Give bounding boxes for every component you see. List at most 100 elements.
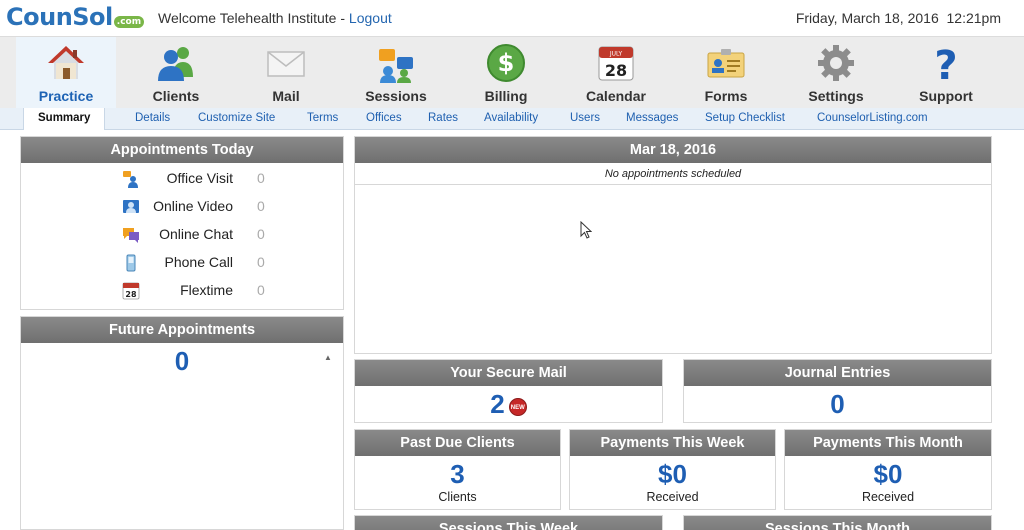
people-icon: [158, 47, 193, 81]
appointments-today-panel: Appointments Today Office Visit 0 Online…: [20, 136, 344, 310]
panel-title: Your Secure Mail: [355, 360, 662, 386]
gear-icon: [818, 45, 854, 81]
main-nav: Practice Clients Mail Sessions $ Billing…: [0, 36, 1024, 109]
subnav-offices[interactable]: Offices: [366, 112, 402, 124]
nav-practice[interactable]: Practice: [16, 37, 116, 109]
secure-mail-panel[interactable]: Your Secure Mail 2 NEW: [354, 359, 663, 423]
appt-row-flextime[interactable]: 28 Flextime 0: [21, 280, 343, 302]
svg-text:?: ?: [934, 43, 957, 83]
nav-sessions[interactable]: Sessions: [346, 37, 446, 109]
panel-title: Sessions This Week: [355, 516, 662, 530]
nav-calendar[interactable]: JULY 28 Calendar: [566, 37, 666, 109]
sessions-week-panel[interactable]: Sessions This Week: [354, 515, 663, 530]
new-badge-icon: NEW: [508, 398, 527, 416]
envelope-icon: [267, 51, 305, 77]
panel-title: Payments This Month: [785, 430, 991, 456]
future-appointments-scrollbar[interactable]: ▲: [323, 353, 333, 530]
nav-mail[interactable]: Mail: [236, 37, 336, 109]
panel-title: Mar 18, 2016: [355, 137, 991, 163]
panel-title: Past Due Clients: [355, 430, 560, 456]
future-appointments-panel: Future Appointments 0 ▲: [20, 316, 344, 530]
sub-nav: Summary Details Customize Site Terms Off…: [0, 108, 1024, 130]
welcome-message: Welcome Telehealth Institute - Logout: [158, 10, 392, 26]
journal-entries-count: 0: [830, 389, 845, 419]
nav-forms[interactable]: Forms: [676, 37, 776, 109]
nav-support[interactable]: ? Support: [896, 37, 996, 109]
subnav-customize-site[interactable]: Customize Site: [198, 112, 275, 124]
appt-row-online-chat[interactable]: Online Chat 0: [21, 224, 343, 246]
id-card-icon: [707, 49, 745, 78]
no-appointments-message: No appointments scheduled: [355, 163, 991, 185]
panel-title: Payments This Week: [570, 430, 775, 456]
mouse-pointer-icon: [580, 221, 592, 239]
panel-title: Future Appointments: [21, 317, 343, 343]
subnav-messages[interactable]: Messages: [626, 112, 678, 124]
phone-icon: [126, 254, 136, 272]
appt-row-online-video[interactable]: Online Video 0: [21, 196, 343, 218]
subnav-summary[interactable]: Summary: [23, 108, 106, 130]
office-visit-icon: [123, 171, 138, 188]
appt-label: Flextime: [180, 282, 233, 298]
current-datetime: Friday, March 18, 2016 12:21pm: [795, 10, 1001, 26]
payments-week-panel[interactable]: Payments This Week $0 Received: [569, 429, 776, 510]
nav-label: Practice: [38, 88, 94, 104]
appt-row-phone-call[interactable]: Phone Call 0: [21, 252, 343, 274]
panel-title: Sessions This Month: [684, 516, 991, 530]
subnav-availability[interactable]: Availability: [484, 112, 538, 124]
subnav-users[interactable]: Users: [570, 112, 600, 124]
appt-count: 0: [257, 170, 265, 186]
svg-text:28: 28: [605, 61, 627, 80]
appt-label: Online Video: [153, 198, 233, 214]
counsol-logo[interactable]: CounSol .com: [6, 3, 145, 31]
journal-entries-panel[interactable]: Journal Entries 0: [683, 359, 992, 423]
payments-week-amount: $0: [658, 459, 687, 489]
appt-count: 0: [257, 254, 265, 270]
panel-title: Journal Entries: [684, 360, 991, 386]
question-icon: ?: [934, 43, 957, 83]
appt-count: 0: [257, 226, 265, 242]
future-appointments-count: 0: [174, 346, 190, 376]
secure-mail-count-row[interactable]: 2 NEW: [355, 389, 662, 420]
past-due-count: 3: [450, 459, 465, 489]
nav-clients[interactable]: Clients: [126, 37, 226, 109]
svg-text:28: 28: [125, 290, 137, 299]
sessions-icon: [379, 49, 413, 83]
appt-count: 0: [257, 282, 265, 298]
payments-month-sublabel: Received: [861, 490, 915, 504]
nav-label: Clients: [152, 88, 200, 104]
day-schedule-panel: Mar 18, 2016 No appointments scheduled: [354, 136, 992, 354]
nav-label: Support: [919, 88, 973, 104]
appt-count: 0: [257, 198, 265, 214]
sessions-month-panel[interactable]: Sessions This Month: [683, 515, 992, 530]
nav-billing[interactable]: $ Billing: [456, 37, 556, 109]
chat-icon: [123, 228, 139, 243]
nav-label: Forms: [704, 88, 748, 104]
svg-text:$: $: [498, 49, 515, 77]
panel-title: Appointments Today: [21, 137, 343, 163]
secure-mail-count: 2: [490, 389, 505, 419]
logout-link[interactable]: Logout: [349, 10, 392, 26]
house-icon: [48, 46, 84, 79]
past-due-sublabel: Clients: [438, 490, 477, 504]
nav-settings[interactable]: Settings: [786, 37, 886, 109]
payments-week-sublabel: Received: [646, 490, 699, 504]
video-icon: [123, 200, 139, 213]
svg-text:JULY: JULY: [609, 51, 623, 58]
subnav-details[interactable]: Details: [135, 112, 170, 124]
subnav-terms[interactable]: Terms: [307, 112, 338, 124]
subnav-rates[interactable]: Rates: [428, 112, 458, 124]
subnav-setup-checklist[interactable]: Setup Checklist: [705, 112, 785, 124]
appt-label: Online Chat: [159, 226, 233, 242]
appt-row-office-visit[interactable]: Office Visit 0: [21, 168, 343, 190]
dollar-icon: $: [487, 44, 525, 82]
calendar-icon: JULY 28: [598, 46, 634, 81]
payments-month-panel[interactable]: Payments This Month $0 Received: [784, 429, 992, 510]
nav-label: Mail: [272, 88, 300, 104]
appt-label: Office Visit: [166, 170, 233, 186]
nav-label: Sessions: [365, 88, 427, 104]
past-due-clients-panel[interactable]: Past Due Clients 3 Clients: [354, 429, 561, 510]
welcome-text: Welcome Telehealth Institute -: [158, 10, 349, 26]
scroll-up-icon[interactable]: ▲: [324, 353, 332, 362]
subnav-counselorlisting[interactable]: CounselorListing.com: [817, 112, 928, 124]
nav-label: Settings: [808, 88, 864, 104]
